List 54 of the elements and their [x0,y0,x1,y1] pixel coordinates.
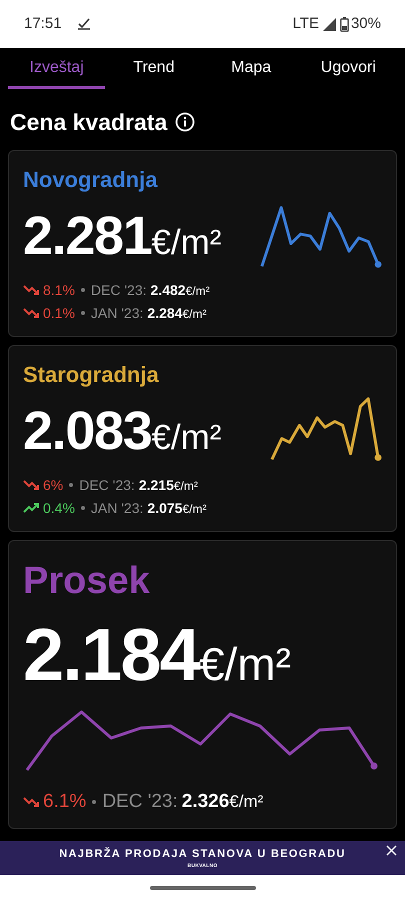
period-label: JAN '23: [90,498,144,518]
trend-down-icon [23,478,39,492]
bullet-icon [80,288,85,292]
price-unit: €/m² [198,640,291,686]
bullet-icon [69,483,74,487]
trend-down-icon [23,306,39,320]
change-percent: 6% [43,476,64,494]
battery-icon [340,16,349,32]
tab[interactable]: Ugovori [300,56,397,89]
tab[interactable]: Mapa [202,56,300,89]
section-heading: Cena kvadrata [10,108,168,137]
change-percent: 0.4% [43,498,75,518]
change-percent: 0.1% [43,304,75,322]
price-value: 2.083 [23,404,152,458]
tab[interactable]: Trend [105,56,202,89]
signal-icon [322,18,336,30]
past-price: 2.284 [147,304,182,322]
close-icon[interactable] [386,845,397,856]
price-value: 2.281 [23,208,152,262]
change-percent: 8.1% [43,280,75,300]
network-label: LTE [292,14,319,34]
past-price: 2.215 [138,476,174,494]
info-icon[interactable] [175,112,196,132]
banner-title: NAJBRŽA PRODAJA STANOVA U BEOGRADU [59,846,346,862]
period-label: DEC '23: [90,280,147,300]
bullet-icon [80,506,85,510]
home-indicator[interactable] [150,886,256,890]
card-title: Starogradnja [23,360,160,389]
battery-percent: 30% [350,14,381,34]
period-label: JAN '23: [90,304,144,322]
past-price: 2.075 [147,498,182,518]
checkmark-icon [78,18,90,30]
past-price: 2.482 [150,280,186,300]
card-title: Novogradnja [23,166,159,194]
bullet-icon [80,311,85,315]
price-unit: €/m² [151,420,222,454]
past-price-unit: €/m² [186,282,210,300]
tab[interactable]: Izveštaj [8,56,106,89]
trend-down-icon [23,794,39,809]
status-time: 17:51 [24,14,62,34]
past-price: 2.326 [182,790,230,814]
period-label: DEC '23: [79,476,135,494]
bullet-icon [92,800,96,804]
trend-down-icon [23,283,39,297]
card-title: Prosek [23,558,151,604]
change-percent: 6.1% [43,790,86,814]
period-label: DEC '23: [102,790,178,814]
price-unit: €/m² [151,224,222,260]
trend-up-icon [23,501,39,515]
past-price-unit: €/m² [182,500,206,518]
past-price-unit: €/m² [182,306,206,322]
past-price-unit: €/m² [229,790,264,812]
past-price-unit: €/m² [174,478,198,494]
price-value: 2.184 [23,618,199,692]
